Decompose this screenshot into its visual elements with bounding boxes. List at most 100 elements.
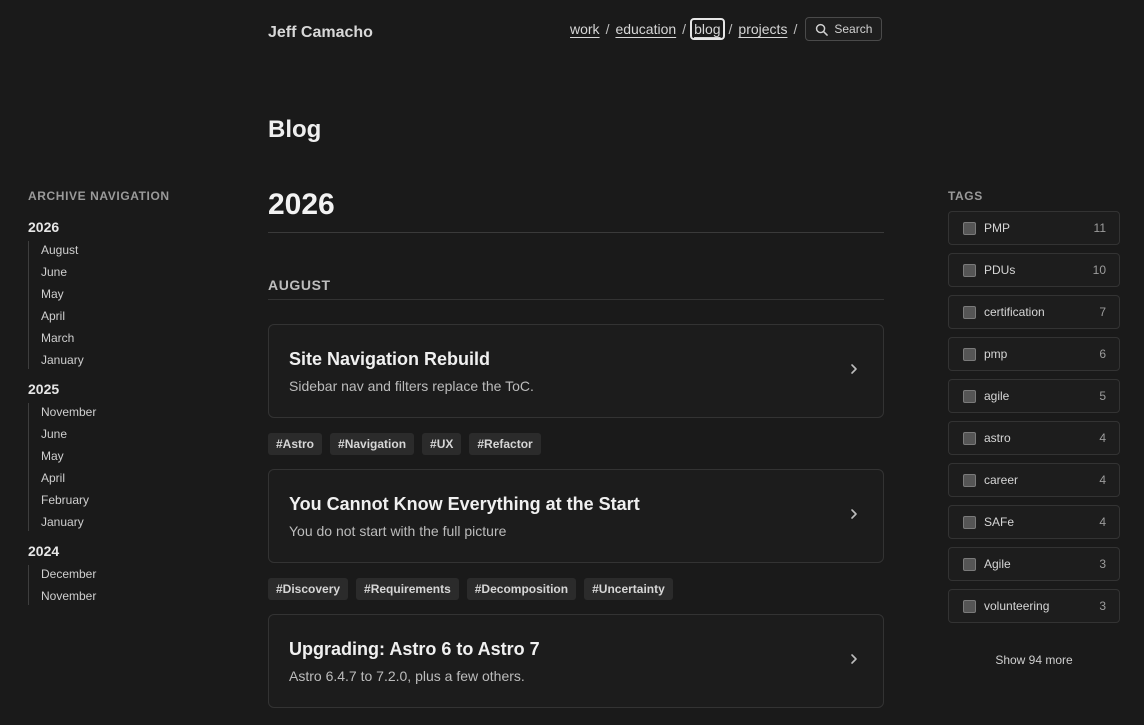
archive-navigation: ARCHIVE NAVIGATION 2026 August June May … (28, 189, 228, 605)
tag-filter-name: career (984, 473, 1019, 487)
search-button[interactable]: Search (805, 17, 883, 41)
nav-link-projects[interactable]: projects (738, 21, 787, 37)
chevron-right-icon (851, 509, 857, 519)
tag-checkbox[interactable] (963, 263, 976, 277)
search-icon (816, 23, 829, 36)
archive-month-list: November June May April February January (28, 403, 228, 531)
archive-month-link[interactable]: June (41, 425, 228, 447)
post-tag[interactable]: #Decomposition (466, 578, 577, 600)
archive-month-list: December November (28, 565, 228, 605)
archive-month-link[interactable]: January (41, 351, 228, 369)
tags-heading: TAGS (948, 189, 983, 203)
tag-filter-name: astro (984, 431, 1011, 445)
chevron-right-icon (851, 364, 857, 374)
archive-year-link[interactable]: 2026 (28, 219, 228, 235)
year-heading: 2026 (268, 188, 335, 221)
year-divider (268, 232, 884, 233)
archive-month-link[interactable]: June (41, 263, 228, 285)
tag-filter-count: 11 (1093, 221, 1106, 235)
page-title: Blog (268, 116, 322, 143)
post-title: Site Navigation Rebuild (289, 349, 491, 369)
post-tag[interactable]: #Uncertainty (584, 578, 673, 600)
tag-filter-row[interactable]: volunteering 3 (948, 589, 1120, 623)
tag-checkbox[interactable] (963, 347, 976, 361)
tag-checkbox[interactable] (963, 389, 976, 403)
archive-month-link[interactable]: January (41, 513, 228, 531)
archive-month-link[interactable]: May (41, 285, 228, 307)
post-title: You Cannot Know Everything at the Start (289, 494, 640, 514)
nav-separator: / (682, 21, 687, 37)
tag-filter-count: 4 (1099, 515, 1106, 529)
archive-year-2024: 2024 December November (28, 543, 228, 605)
tag-checkbox[interactable] (963, 431, 976, 445)
post-tags: #Astro #Navigation #UX #Refactor (268, 433, 884, 455)
post-card[interactable]: Upgrading: Astro 6 to Astro 7 Astro 6.4.… (268, 614, 884, 708)
tag-filter-row[interactable]: certification 7 (948, 295, 1120, 329)
chevron-right-icon (851, 654, 857, 664)
tag-checkbox[interactable] (963, 557, 976, 571)
archive-month-link[interactable]: March (41, 329, 228, 351)
tag-checkbox[interactable] (963, 221, 976, 235)
tag-filter-name: volunteering (984, 599, 1050, 613)
tag-filter-row[interactable]: career 4 (948, 463, 1120, 497)
nav-separator: / (605, 21, 610, 37)
tag-filter-count: 7 (1099, 305, 1106, 319)
tag-checkbox[interactable] (963, 515, 976, 529)
post-card[interactable]: Site Navigation Rebuild Sidebar nav and … (268, 324, 884, 418)
post-tag[interactable]: #Astro (268, 433, 323, 455)
tag-filter-count: 4 (1099, 431, 1106, 445)
archive-month-link[interactable]: November (41, 403, 228, 425)
tag-filter-row[interactable]: astro 4 (948, 421, 1120, 455)
tag-filter-name: agile (984, 389, 1010, 403)
archive-month-link[interactable]: April (41, 469, 228, 491)
tag-filter-row[interactable]: pmp 6 (948, 337, 1120, 371)
archive-month-link[interactable]: February (41, 491, 228, 513)
archive-month-link[interactable]: April (41, 307, 228, 329)
archive-year-2026: 2026 August June May April March January (28, 219, 228, 369)
post-tag[interactable]: #Discovery (268, 578, 349, 600)
tag-checkbox[interactable] (963, 305, 976, 319)
site-title[interactable]: Jeff Camacho (268, 24, 373, 42)
post-description: You do not start with the full picture (289, 523, 507, 539)
tag-filter-name: PMP (984, 221, 1011, 235)
show-more-tags-button[interactable]: Show 94 more (948, 653, 1120, 667)
tag-filter-count: 5 (1099, 389, 1106, 403)
tag-filter-row[interactable]: PDUs 10 (948, 253, 1120, 287)
tag-filter-row[interactable]: agile 5 (948, 379, 1120, 413)
nav-link-work[interactable]: work (570, 21, 600, 37)
archive-month-link[interactable]: December (41, 565, 228, 587)
tags-filter: TAGS PMP 11 PDUs 10 certification 7 pmp 6 ag… (948, 189, 1120, 667)
tag-filter-name: certification (984, 305, 1045, 319)
archive-month-link[interactable]: November (41, 587, 228, 605)
tag-filter-count: 4 (1099, 473, 1106, 487)
post-tag[interactable]: #Navigation (330, 433, 415, 455)
archive-month-link[interactable]: August (41, 241, 228, 263)
archive-year-2025: 2025 November June May April February Ja… (28, 381, 228, 531)
tag-filter-count: 3 (1099, 557, 1106, 571)
tag-checkbox[interactable] (963, 599, 976, 613)
post-tag[interactable]: #Refactor (469, 433, 541, 455)
archive-month-link[interactable]: May (41, 447, 228, 469)
tag-filter-row[interactable]: PMP 11 (948, 211, 1120, 245)
archive-heading: ARCHIVE NAVIGATION (28, 189, 170, 203)
nav-link-blog[interactable]: blog (690, 18, 725, 40)
archive-month-list: August June May April March January (28, 241, 228, 369)
post-tag[interactable]: #UX (422, 433, 462, 455)
post-tag[interactable]: #Requirements (356, 578, 459, 600)
tag-filter-row[interactable]: Agile 3 (948, 547, 1120, 581)
tag-filter-count: 10 (1092, 263, 1106, 277)
tag-checkbox[interactable] (963, 473, 976, 487)
post-card[interactable]: You Cannot Know Everything at the Start … (268, 469, 884, 563)
archive-year-link[interactable]: 2025 (28, 381, 228, 397)
post-tags: #Discovery #Requirements #Decomposition … (268, 578, 884, 600)
archive-year-link[interactable]: 2024 (28, 543, 228, 559)
nav-separator: / (728, 21, 733, 37)
tag-filter-row[interactable]: SAFe 4 (948, 505, 1120, 539)
tag-filter-count: 6 (1099, 347, 1106, 361)
nav-link-education[interactable]: education (615, 21, 676, 37)
tag-filter-count: 3 (1099, 599, 1106, 613)
tag-filter-name: pmp (984, 347, 1008, 361)
month-heading: AUGUST (268, 277, 884, 300)
tag-filter-name: SAFe (984, 515, 1015, 529)
tag-filter-name: Agile (984, 557, 1011, 571)
